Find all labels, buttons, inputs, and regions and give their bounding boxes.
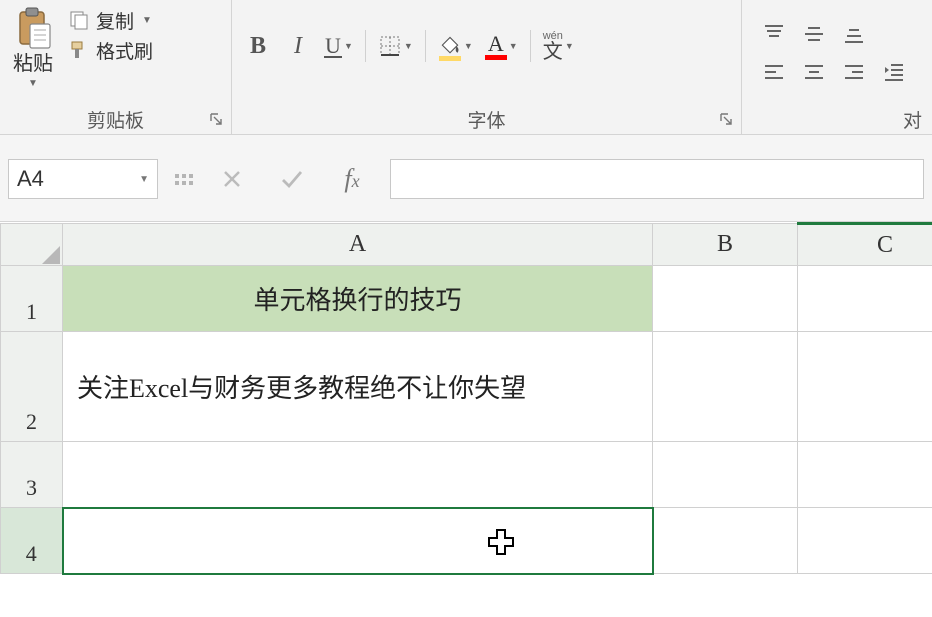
copy-icon: [68, 9, 90, 31]
align-bottom-icon: [842, 22, 866, 46]
separator: [365, 30, 366, 62]
cell-A2[interactable]: 关注Excel与财务更多教程绝不让你失望: [63, 332, 653, 442]
ribbon-group-font: B I U ▼: [232, 0, 742, 134]
cancel-edit-button[interactable]: [210, 159, 254, 199]
column-header-C[interactable]: C: [798, 224, 932, 266]
dropdown-caret-icon: ▼: [139, 174, 149, 185]
separator: [530, 30, 531, 62]
x-icon: [221, 168, 243, 190]
dropdown-caret-icon: ▼: [28, 78, 38, 89]
cell-B1[interactable]: [653, 266, 798, 332]
name-box-value: A4: [17, 166, 44, 192]
dropdown-caret-icon: ▼: [404, 41, 413, 51]
row-header-4[interactable]: 4: [1, 508, 63, 574]
ribbon-group-alignment: 对: [742, 0, 932, 134]
separator: [425, 30, 426, 62]
paintbrush-icon: [68, 39, 90, 61]
italic-icon: I: [294, 33, 302, 60]
align-bottom-button[interactable]: [836, 16, 872, 52]
phonetic-guide-icon: wén 文: [543, 31, 563, 62]
bold-button[interactable]: B: [240, 28, 276, 64]
align-right-icon: [842, 60, 866, 84]
paste-label: 粘贴: [13, 54, 53, 74]
cell-B3[interactable]: [653, 442, 798, 508]
align-top-button[interactable]: [756, 16, 792, 52]
cell-C3[interactable]: [798, 442, 932, 508]
cell-A3[interactable]: [63, 442, 653, 508]
ribbon: 粘贴 ▼ 复制 ▼ 格式刷: [0, 0, 932, 135]
name-box[interactable]: A4 ▼: [8, 159, 158, 199]
format-painter-label: 格式刷: [96, 37, 153, 64]
align-center-button[interactable]: [796, 54, 832, 90]
row-header-1[interactable]: 1: [1, 266, 63, 332]
column-header-B[interactable]: B: [653, 224, 798, 266]
cell-B4[interactable]: [653, 508, 798, 574]
align-left-button[interactable]: [756, 54, 792, 90]
dialog-launcher-icon: [209, 112, 223, 126]
ribbon-group-font-label: 字体: [467, 106, 505, 133]
cell-A1-value: 单元格换行的技巧: [63, 272, 652, 325]
dropdown-caret-icon: ▼: [142, 15, 152, 26]
dropdown-caret-icon: ▼: [565, 41, 574, 51]
select-all-corner[interactable]: [1, 224, 63, 266]
indent-icon: [882, 60, 906, 84]
ribbon-group-clipboard: 粘贴 ▼ 复制 ▼ 格式刷: [0, 0, 232, 134]
align-top-icon: [762, 22, 786, 46]
bold-icon: B: [250, 33, 266, 60]
phonetic-guide-button[interactable]: wén 文 ▼: [539, 28, 578, 64]
format-painter-button[interactable]: 格式刷: [64, 36, 157, 64]
dropdown-caret-icon: ▼: [344, 41, 353, 51]
cell-A4[interactable]: [63, 508, 653, 574]
dropdown-caret-icon: ▼: [509, 41, 518, 51]
font-color-button[interactable]: A ▼: [481, 28, 522, 64]
dialog-launcher-icon: [719, 112, 733, 126]
cell-B2[interactable]: [653, 332, 798, 442]
fill-color-button[interactable]: ▼: [434, 28, 477, 64]
formula-input[interactable]: [390, 159, 924, 199]
row-header-2[interactable]: 2: [1, 332, 63, 442]
clipboard-dialog-launcher[interactable]: [207, 110, 225, 128]
borders-icon: [378, 34, 402, 58]
insert-function-button[interactable]: fx: [330, 159, 374, 199]
copy-label: 复制: [96, 7, 134, 34]
cell-A1[interactable]: 单元格换行的技巧: [63, 266, 653, 332]
align-center-icon: [802, 60, 826, 84]
underline-button[interactable]: U ▼: [320, 28, 357, 64]
column-header-A[interactable]: A: [63, 224, 653, 266]
cell-C2[interactable]: [798, 332, 932, 442]
italic-button[interactable]: I: [280, 28, 316, 64]
clipboard-paste-icon: [12, 6, 54, 50]
cell-C1[interactable]: [798, 266, 932, 332]
copy-button[interactable]: 复制 ▼: [64, 6, 157, 34]
spreadsheet-grid: A B C 1 单元格换行的技巧 2 关注Excel与财务更多教程绝不让你失望 …: [0, 222, 932, 575]
align-middle-icon: [802, 22, 826, 46]
align-middle-button[interactable]: [796, 16, 832, 52]
cell-A2-value: 关注Excel与财务更多教程绝不让你失望: [63, 360, 652, 413]
align-right-button[interactable]: [836, 54, 872, 90]
row-header-3[interactable]: 3: [1, 442, 63, 508]
select-all-triangle-icon: [42, 246, 60, 264]
dropdown-caret-icon: ▼: [464, 41, 473, 51]
borders-button[interactable]: ▼: [374, 28, 417, 64]
ribbon-group-alignment-label: 对: [903, 106, 922, 133]
font-color-icon: A: [485, 33, 507, 60]
paste-button[interactable]: 粘贴 ▼: [6, 4, 60, 94]
formula-bar: A4 ▼ fx: [0, 135, 932, 222]
fill-color-icon: [438, 32, 462, 61]
ribbon-group-clipboard-label: 剪贴板: [87, 106, 144, 133]
fx-icon: fx: [344, 164, 359, 194]
underline-icon: U: [324, 35, 342, 58]
cell-C4[interactable]: [798, 508, 932, 574]
confirm-edit-button[interactable]: [270, 159, 314, 199]
check-icon: [279, 166, 305, 192]
align-left-icon: [762, 60, 786, 84]
increase-indent-button[interactable]: [876, 54, 912, 90]
formula-bar-resizer[interactable]: [174, 159, 194, 199]
font-dialog-launcher[interactable]: [717, 110, 735, 128]
